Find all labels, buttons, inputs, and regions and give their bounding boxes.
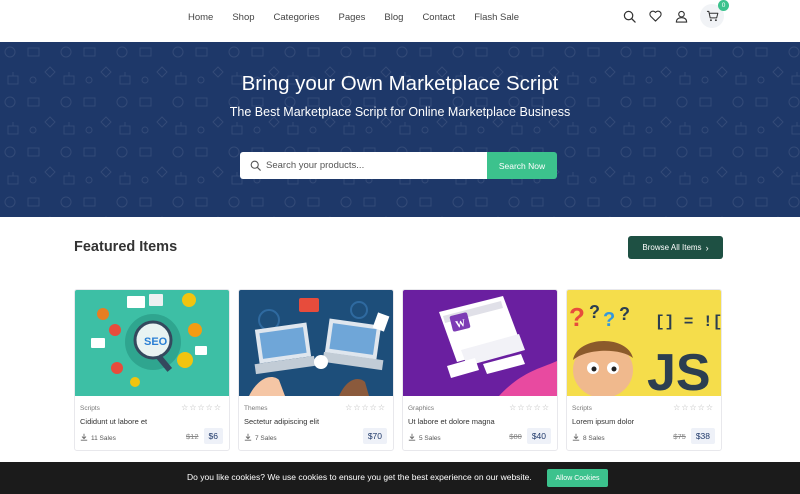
svg-text:SEO: SEO: [144, 336, 168, 348]
nav-shop[interactable]: Shop: [232, 12, 254, 23]
current-price: $6: [203, 428, 223, 444]
price-box: $12 $6: [186, 428, 223, 444]
hero-pattern: [0, 42, 800, 217]
sales-count: 11 Sales: [80, 433, 116, 443]
search-icon: [250, 160, 261, 171]
product-thumbnail[interactable]: [239, 290, 393, 396]
chevron-right-icon: ›: [705, 242, 709, 253]
user-icon[interactable]: [671, 4, 691, 28]
svg-text:JS: JS: [647, 344, 711, 396]
heart-icon[interactable]: [645, 4, 665, 28]
product-category: Scripts: [80, 405, 100, 412]
search-icon[interactable]: [619, 4, 639, 28]
sales-count-text: 7 Sales: [255, 434, 277, 442]
search-input[interactable]: [266, 160, 466, 171]
rating-stars: ☆☆☆☆☆: [509, 403, 550, 412]
browse-all-label: Browse All Items: [642, 243, 702, 252]
product-name[interactable]: Lorem ipsum dolor: [572, 417, 634, 426]
svg-text:?: ?: [569, 302, 585, 332]
nav-blog[interactable]: Blog: [384, 12, 403, 23]
price-box: $80 $40: [509, 428, 551, 444]
sales-count-text: 5 Sales: [419, 434, 441, 442]
nav-home[interactable]: Home: [188, 12, 213, 23]
current-price: $70: [362, 428, 387, 444]
product-name[interactable]: Sectetur adipiscing elit: [244, 417, 319, 426]
cookie-message: Do you like cookies? We use cookies to e…: [187, 472, 532, 482]
current-price: $40: [526, 428, 551, 444]
nav-contact[interactable]: Contact: [422, 12, 455, 23]
product-name[interactable]: Cididunt ut labore et: [80, 417, 147, 426]
main-menu: Home Shop Categories Pages Blog Contact …: [188, 0, 538, 34]
nav-shop-label: Shop: [232, 11, 255, 23]
sales-count-text: 11 Sales: [91, 434, 116, 442]
top-navbar: Home Shop Categories Pages Blog Contact …: [0, 0, 800, 42]
product-thumbnail[interactable]: W: [403, 290, 557, 396]
old-price: $75: [673, 431, 686, 441]
download-icon: [572, 433, 580, 443]
hero-banner: Bring your Own Marketplace Script The Be…: [0, 42, 800, 217]
rating-stars: ☆☆☆☆☆: [673, 403, 714, 412]
svg-text:?: ?: [603, 309, 615, 331]
download-icon: [244, 433, 252, 443]
nav-icon-group: 0: [619, 0, 729, 28]
hero-title: Bring your Own Marketplace Script: [241, 72, 559, 95]
product-thumbnail[interactable]: SEO: [75, 290, 229, 396]
cart-button[interactable]: 0: [700, 0, 729, 28]
product-card[interactable]: Themes ☆☆☆☆☆ Sectetur adipiscing elit 7 …: [238, 289, 394, 451]
product-thumbnail[interactable]: ? ? ? ? [] = ![] JS: [567, 290, 722, 396]
product-card[interactable]: SEO Scripts ☆☆☆☆☆ Cididunt ut labore et …: [74, 289, 230, 451]
rating-stars: ☆☆☆☆☆: [345, 403, 386, 412]
featured-title: Featured Items: [74, 239, 178, 255]
old-price: $80: [509, 431, 522, 441]
price-box: $75 $38: [673, 428, 715, 444]
product-card[interactable]: W Graphics ☆☆☆☆☆ Ut labore et dolore mag…: [402, 289, 558, 451]
product-name[interactable]: Ut labore et dolore magna: [408, 417, 495, 426]
allow-cookies-button[interactable]: Allow Cookies: [547, 469, 608, 487]
cart-icon: [706, 10, 718, 22]
nav-pages[interactable]: Pages: [338, 12, 365, 23]
sales-count: 8 Sales: [572, 433, 605, 443]
sales-count-text: 8 Sales: [583, 434, 605, 442]
product-category: Graphics: [408, 405, 435, 412]
sales-count: 5 Sales: [408, 433, 441, 443]
search-box[interactable]: [240, 152, 487, 179]
current-price: $38: [690, 428, 715, 444]
browse-all-button[interactable]: Browse All Items ›: [628, 236, 723, 259]
product-category: Themes: [244, 405, 268, 412]
cart-count-badge: 0: [718, 0, 729, 11]
cookie-banner: Do you like cookies? We use cookies to e…: [0, 462, 800, 494]
svg-text:?: ?: [589, 302, 600, 322]
product-card[interactable]: ? ? ? ? [] = ![] JS Scripts ☆☆☆☆☆ Lorem …: [566, 289, 722, 451]
svg-text:[] = ![]: [] = ![]: [655, 313, 722, 331]
old-price: $12: [186, 431, 199, 441]
nav-flash-sale[interactable]: Flash Sale: [474, 12, 519, 23]
sales-count: 7 Sales: [244, 433, 277, 443]
nav-pages-label: Pages: [338, 11, 366, 23]
download-icon: [80, 433, 88, 443]
product-category: Scripts: [572, 405, 592, 412]
download-icon: [408, 433, 416, 443]
rating-stars: ☆☆☆☆☆: [181, 403, 222, 412]
price-box: $70: [362, 428, 387, 444]
nav-categories[interactable]: Categories: [274, 12, 320, 23]
svg-text:?: ?: [619, 304, 630, 324]
nav-categories-label: Categories: [273, 11, 320, 23]
hero-subtitle: The Best Marketplace Script for Online M…: [229, 105, 571, 119]
search-now-button[interactable]: Search Now: [487, 152, 557, 179]
